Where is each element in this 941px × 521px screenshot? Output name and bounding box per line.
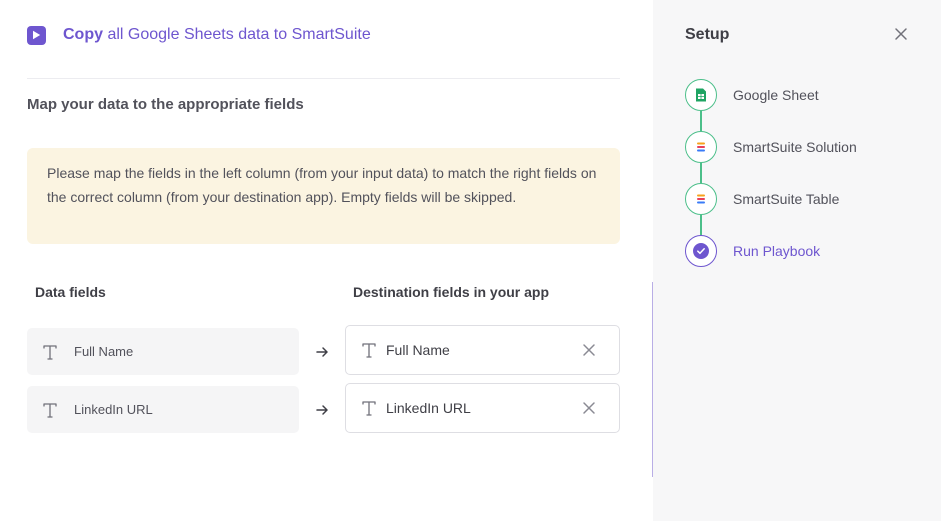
step-label: SmartSuite Solution [733, 139, 857, 155]
step-smartsuite-solution[interactable]: SmartSuite Solution [685, 131, 857, 163]
destination-field-label: LinkedIn URL [386, 400, 471, 416]
text-type-icon [362, 342, 376, 358]
step-label: SmartSuite Table [733, 191, 840, 207]
destination-field[interactable]: LinkedIn URL [345, 383, 620, 433]
source-field-label: Full Name [74, 344, 134, 359]
data-fields-header: Data fields [35, 284, 106, 300]
step-status-circle [685, 183, 717, 215]
play-icon[interactable] [27, 25, 46, 45]
check-circle-icon [693, 243, 709, 259]
source-field-label: LinkedIn URL [74, 402, 153, 417]
section-title: Map your data to the appropriate fields [27, 96, 304, 113]
google-sheets-icon [696, 88, 706, 102]
step-label: Run Playbook [733, 243, 821, 259]
text-type-icon [362, 400, 376, 416]
step-label: Google Sheet [733, 87, 819, 103]
step-run-playbook[interactable]: Run Playbook [685, 235, 820, 267]
playbook-title-rest: all Google Sheets data to SmartSuite [103, 26, 371, 43]
step-google-sheet[interactable]: Google Sheet [685, 79, 819, 111]
destination-fields-header: Destination fields in your app [353, 284, 550, 300]
destination-field[interactable]: Full Name [345, 325, 620, 375]
playbook-header: Copy all Google Sheets data to SmartSuit… [27, 22, 371, 48]
playbook-title: Copy all Google Sheets data to SmartSuit… [63, 26, 371, 44]
step-smartsuite-table[interactable]: SmartSuite Table [685, 183, 839, 215]
close-icon[interactable] [894, 27, 908, 41]
destination-field-label: Full Name [386, 342, 450, 358]
header-divider [27, 78, 620, 79]
mapping-notice: Please map the fields in the left column… [27, 148, 620, 244]
arrow-right-icon [315, 345, 329, 357]
main-panel: Copy all Google Sheets data to SmartSuit… [0, 0, 652, 521]
text-type-icon [43, 344, 57, 360]
clear-field-icon[interactable] [582, 401, 596, 415]
text-type-icon [43, 402, 57, 418]
step-connector [700, 215, 702, 235]
setup-sidebar: Setup Google Sheet SmartSuite Solution S… [653, 0, 941, 521]
smartsuite-icon [697, 194, 705, 204]
playbook-action: Copy [63, 26, 103, 43]
smartsuite-icon [697, 142, 705, 152]
sidebar-title: Setup [685, 26, 730, 43]
arrow-right-icon [315, 403, 329, 415]
source-field: Full Name [27, 328, 299, 375]
step-status-circle [685, 131, 717, 163]
step-connector [700, 111, 702, 131]
step-connector [700, 163, 702, 183]
source-field: LinkedIn URL [27, 386, 299, 433]
clear-field-icon[interactable] [582, 343, 596, 357]
step-status-circle [685, 79, 717, 111]
step-status-circle [685, 235, 717, 267]
